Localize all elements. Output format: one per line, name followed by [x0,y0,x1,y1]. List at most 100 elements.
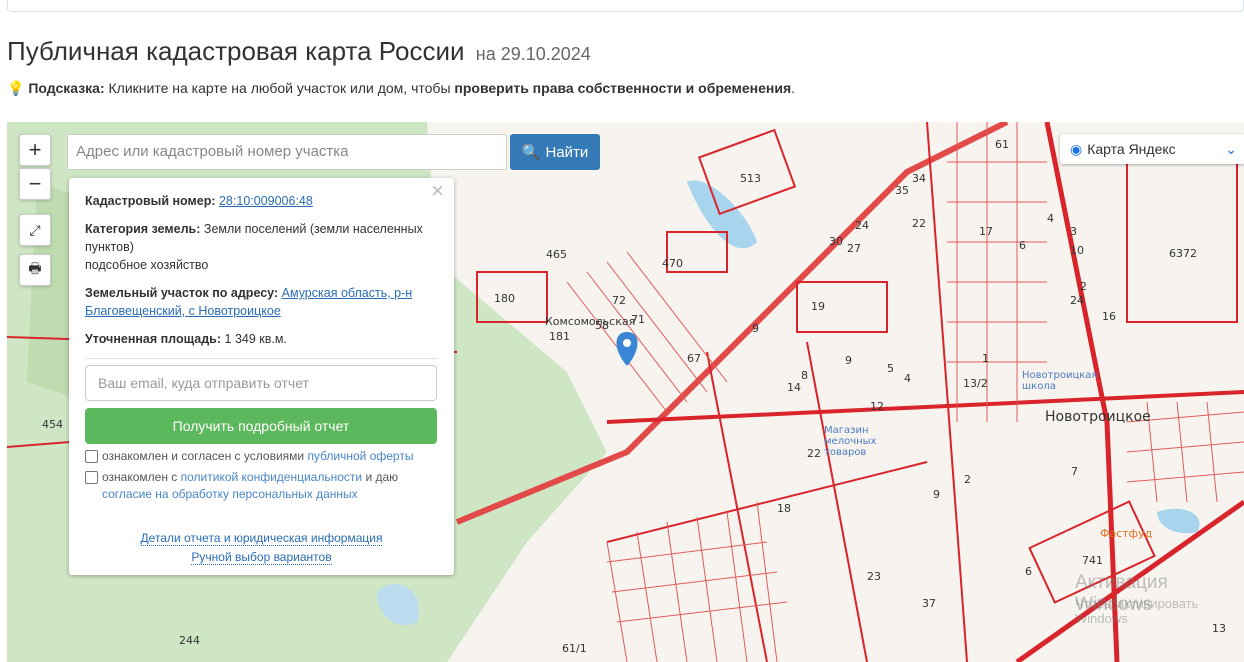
map-label: 24 [855,219,869,232]
map-label: 9 [752,322,759,335]
title-text: Публичная кадастровая карта России [7,36,465,66]
parcel-popup: × Кадастровый номер: 28:10:009006:48 Кат… [69,178,454,575]
map-label: 13/2 [963,377,988,390]
hint-end: . [791,80,796,96]
map-label: 2 [1080,280,1087,293]
layer-select[interactable]: ◉ Карта Яндекс ⌄ [1060,134,1244,164]
hint-bold: проверить права собственности и обремене… [454,80,792,96]
map-label: 22 [807,447,821,460]
category-label: Категория земель: [85,222,201,236]
category-use: подсобное хозяйство [85,258,209,272]
map-label: 61/1 [562,642,587,655]
zoom-in-button[interactable]: + [19,134,51,166]
water [687,180,757,249]
map-label: Новотроицкое [1045,409,1151,425]
map-label: 6 [1019,239,1026,252]
fullscreen-icon[interactable]: ⤢ [19,214,51,246]
privacy-mid: и даю [362,470,399,484]
offer-text: ознакомлен и согласен с условиями [102,449,308,463]
cadastral-label: Кадастровый номер: [85,194,216,208]
get-report-button[interactable]: Получить подробный отчет [85,408,437,444]
privacy-link[interactable]: политикой конфиденциальности [181,470,362,484]
manual-choice-link[interactable]: Ручной выбор вариантов [191,550,332,565]
offer-checkbox[interactable] [85,450,98,463]
map-label: 6372 [1169,247,1197,260]
chevron-down-icon: ⌄ [1225,140,1237,157]
map-label: 9 [933,488,940,501]
map-label: 3 [1070,225,1077,238]
map-label: 1 [982,352,989,365]
details-link[interactable]: Детали отчета и юридическая информация [140,531,383,546]
hint: 💡 Подсказка: Кликните на карте на любой … [7,80,795,97]
map-label: 244 [179,634,200,647]
privacy-checkbox-row[interactable]: ознакомлен с политикой конфиденциальност… [85,469,438,503]
privacy-checkbox[interactable] [85,471,98,484]
map-label: Комсомольская [545,315,636,328]
map-label: 61 [995,138,1009,151]
layer-label: Карта Яндекс [1087,141,1176,157]
map-label: 454 [42,418,63,431]
map-label: 72 [612,294,626,307]
map-label: 6 [1025,565,1032,578]
privacy-text: ознакомлен с [102,470,181,484]
top-bar [7,0,1244,12]
map-label: 37 [922,597,936,610]
map-label: 67 [687,352,701,365]
map-label: 35 [895,184,909,197]
map-label: 14 [787,381,801,394]
map-label: 180 [494,292,515,305]
cadastral-map[interactable]: 513 465 470 180 72 58 71 181 67 9 19 24 30 27 35 34 22 61… [7,122,1244,662]
map-label: 4 [1047,212,1054,225]
map-label: 34 [912,172,926,185]
map-label: 2 [964,473,971,486]
map-label: 30 [829,235,843,248]
address-label: Земельный участок по адресу: [85,286,279,300]
radio-icon: ◉ [1070,140,1083,157]
map-label: 741 [1082,554,1103,567]
map-label: 10 [1070,244,1084,257]
map-label: 23 [867,570,881,583]
offer-link[interactable]: публичной оферты [307,449,413,463]
email-input[interactable]: Ваш email, куда отправить отчет [85,365,437,401]
map-label: 470 [662,257,683,270]
close-icon[interactable]: × [431,180,444,202]
map-label: 22 [912,217,926,230]
search-icon: 🔍 [521,144,541,161]
cadastral-number-link[interactable]: 28:10:009006:48 [219,194,313,208]
bulb-icon: 💡 [7,80,25,96]
map-label: 8 [801,369,808,382]
area-label: Уточненная площадь: [85,332,222,346]
map-label: 17 [979,225,993,238]
map-label: 5 [887,362,894,375]
print-icon[interactable]: 🖶 [19,254,51,286]
map-label: 24 [1070,294,1084,307]
windows-watermark-sub: Чтобы активировать Windows [1075,596,1199,626]
map-label: Новотроицкая школа [1022,370,1098,392]
consent-link[interactable]: согласие на обработку персональных данны… [102,487,358,501]
map-label: 7 [1071,465,1078,478]
water [1157,508,1200,534]
page-title: Публичная кадастровая карта России на 29… [7,36,591,67]
search-input[interactable]: Адрес или кадастровый номер участка [67,134,507,170]
zoom-out-button[interactable]: − [19,168,51,200]
map-label: Фастфуд [1100,527,1153,540]
map-label: 4 [904,372,911,385]
map-label: 16 [1102,310,1116,323]
map-label: 27 [847,242,861,255]
map-label: 12 [870,400,884,413]
map-pin[interactable] [616,332,638,366]
hint-text: Кликните на карте на любой участок или д… [104,80,455,96]
map-label: 513 [740,172,761,185]
map-label: 181 [549,330,570,343]
offer-checkbox-row[interactable]: ознакомлен и согласен с условиями публич… [85,448,438,465]
area-value: 1 349 кв.м. [224,332,287,346]
map-label: Магазин мелочных товаров [824,425,877,458]
map-label: 18 [777,502,791,515]
find-button[interactable]: 🔍 Найти [510,134,600,170]
map-label: 9 [845,354,852,367]
title-date: на 29.10.2024 [475,44,591,64]
map-label: 19 [811,300,825,313]
hint-label: Подсказка: [28,80,105,96]
map-label: 465 [546,248,567,261]
find-label: Найти [545,143,589,161]
